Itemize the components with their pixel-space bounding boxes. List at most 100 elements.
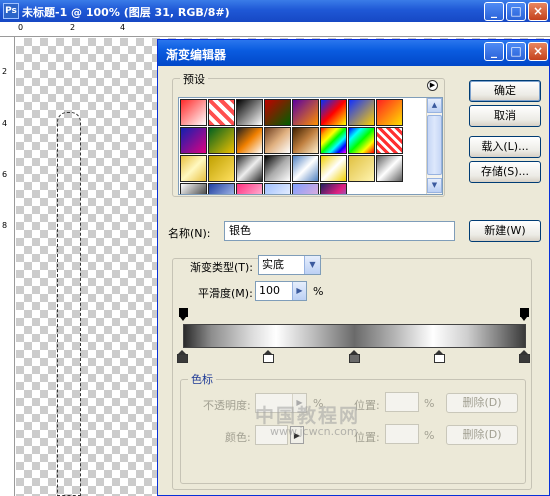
color-label: 颜色: — [225, 431, 251, 444]
location-field[interactable] — [385, 424, 419, 444]
close-icon: × — [532, 4, 544, 18]
color-stop[interactable] — [177, 350, 188, 364]
preset-swatch[interactable] — [264, 99, 291, 126]
ok-button[interactable]: 确定 — [469, 80, 541, 102]
ruler-top-label: 2 — [70, 23, 76, 32]
scroll-down-icon[interactable]: ▼ — [427, 178, 442, 193]
minimize-icon: _ — [491, 44, 497, 58]
presets-label: 预设 — [180, 71, 208, 87]
chevron-down-icon[interactable]: ▼ — [304, 256, 320, 274]
preset-swatch[interactable] — [208, 183, 235, 194]
scroll-up-icon[interactable]: ▲ — [427, 98, 442, 113]
ruler-left[interactable]: 2 4 6 8 — [0, 37, 15, 496]
opacity-stop-left[interactable] — [179, 308, 188, 321]
preset-swatch[interactable] — [348, 155, 375, 182]
color-stop[interactable] — [349, 350, 360, 364]
opacity-label: 不透明度: — [203, 399, 251, 412]
color-stop[interactable] — [434, 350, 445, 364]
preset-swatch[interactable] — [208, 155, 235, 182]
dialog-titlebar[interactable]: 渐变编辑器 _ □ × — [158, 40, 549, 66]
location-field[interactable] — [385, 392, 419, 412]
smoothness-value: 100 — [259, 284, 280, 297]
preset-swatch[interactable] — [292, 183, 319, 194]
watermark-logo: 中国教程网 — [255, 405, 361, 427]
preset-swatch[interactable] — [264, 183, 291, 194]
location-label: 位置: — [354, 431, 380, 444]
stops-label: 色标 — [188, 371, 216, 387]
cancel-button[interactable]: 取消 — [469, 105, 541, 127]
preset-swatch[interactable] — [208, 127, 235, 154]
dialog-minimize-button[interactable]: _ — [484, 42, 504, 61]
gradient-type-value: 实底 — [262, 258, 284, 271]
preset-swatch[interactable] — [180, 155, 207, 182]
scroll-thumb[interactable] — [427, 115, 442, 175]
gradient-type-label: 渐变类型(T): — [188, 259, 256, 275]
preset-swatch[interactable] — [292, 127, 319, 154]
preset-swatch[interactable] — [320, 183, 347, 194]
delete-opacity-stop-button[interactable]: 删除(D) — [446, 393, 518, 413]
preset-swatch[interactable] — [348, 99, 375, 126]
ruler-left-label: 6 — [2, 170, 8, 179]
gradient-type-select[interactable]: 实底 ▼ — [258, 255, 321, 275]
close-button[interactable]: × — [528, 2, 548, 21]
preset-swatch[interactable] — [180, 127, 207, 154]
opacity-stop-right[interactable] — [520, 308, 529, 321]
name-label: 名称(N): — [168, 227, 211, 240]
minimize-icon: _ — [491, 4, 497, 18]
preset-swatch[interactable] — [376, 127, 403, 154]
preset-swatch[interactable] — [376, 99, 403, 126]
name-field[interactable]: 银色 — [224, 221, 455, 241]
ruler-top-label: 0 — [18, 23, 24, 32]
location-unit: % — [424, 397, 435, 410]
preset-swatch[interactable] — [236, 183, 263, 194]
minimize-button[interactable]: _ — [484, 2, 504, 21]
ruler-left-label: 8 — [2, 221, 8, 230]
dialog-title: 渐变编辑器 — [166, 48, 227, 62]
preset-swatch[interactable] — [320, 127, 347, 154]
delete-color-stop-button[interactable]: 删除(D) — [446, 425, 518, 445]
dialog-maximize-button[interactable]: □ — [506, 42, 526, 61]
preset-swatch[interactable] — [236, 99, 263, 126]
location-unit: % — [424, 429, 435, 442]
presets-scrollbar[interactable]: ▲ ▼ — [426, 98, 442, 194]
smoothness-label: 平滑度(M): — [198, 287, 253, 300]
preset-swatch[interactable] — [348, 127, 375, 154]
preset-swatch[interactable] — [180, 99, 207, 126]
presets-swatch-panel: ▲ ▼ — [178, 97, 443, 195]
color-stop[interactable] — [263, 350, 274, 364]
ruler-top[interactable]: 0 2 4 — [0, 22, 550, 37]
preset-swatch[interactable] — [264, 155, 291, 182]
preset-swatch[interactable] — [264, 127, 291, 154]
dialog-close-button[interactable]: × — [528, 42, 548, 61]
preset-swatch[interactable] — [292, 99, 319, 126]
presets-menu-arrow-icon[interactable]: ▶ — [427, 80, 438, 91]
color-stop[interactable] — [519, 350, 530, 364]
photoshop-doc-icon: Ps — [3, 3, 19, 19]
preset-swatch[interactable] — [376, 155, 403, 182]
save-button[interactable]: 存储(S)... — [469, 161, 541, 183]
preset-swatch[interactable] — [320, 99, 347, 126]
smoothness-unit: % — [313, 285, 324, 298]
smoothness-arrow-icon[interactable]: ▶ — [292, 282, 306, 300]
smoothness-field[interactable]: 100 ▶ — [255, 281, 307, 301]
preset-swatch[interactable] — [320, 155, 347, 182]
preset-swatch[interactable] — [180, 183, 207, 194]
watermark-url: www.jcwcn.com — [270, 425, 358, 438]
preset-swatch[interactable] — [208, 99, 235, 126]
load-button[interactable]: 载入(L)... — [469, 136, 541, 158]
preset-swatch[interactable] — [292, 155, 319, 182]
maximize-icon: □ — [510, 4, 522, 18]
maximize-button[interactable]: □ — [506, 2, 526, 21]
close-icon: × — [532, 44, 544, 58]
document-titlebar[interactable]: Ps 未标题-1 @ 100% (图层 31, RGB/8#) _ □ × — [0, 0, 550, 22]
maximize-icon: □ — [510, 44, 522, 58]
ruler-top-label: 4 — [120, 23, 126, 32]
gradient-preview-bar[interactable] — [183, 324, 526, 348]
presets-swatch-grid — [180, 99, 428, 194]
selection-marquee — [57, 112, 81, 496]
ruler-left-label: 2 — [2, 67, 8, 76]
document-title: 未标题-1 @ 100% (图层 31, RGB/8#) — [22, 6, 230, 19]
preset-swatch[interactable] — [236, 127, 263, 154]
new-button[interactable]: 新建(W) — [469, 220, 541, 242]
preset-swatch[interactable] — [236, 155, 263, 182]
